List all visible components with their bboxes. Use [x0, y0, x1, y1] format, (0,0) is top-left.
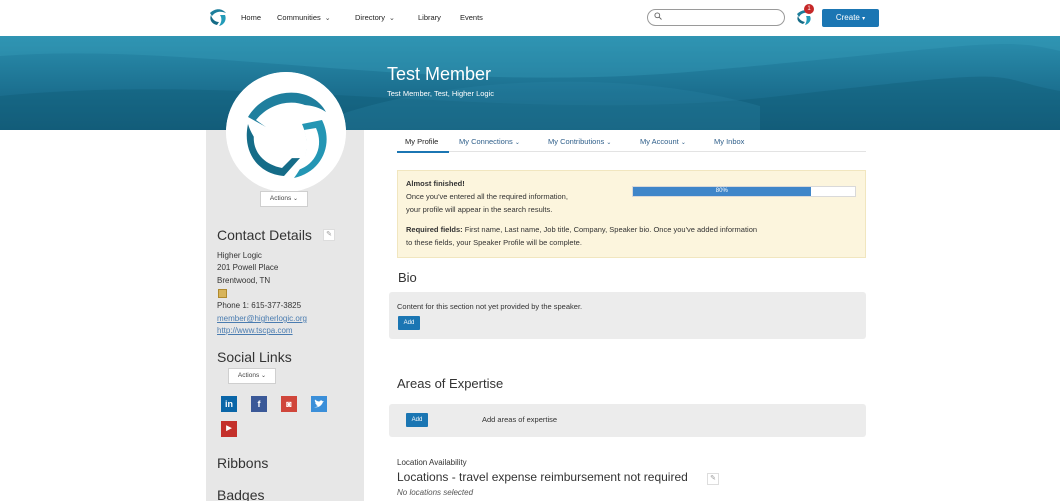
profile-name: Test Member [387, 64, 492, 84]
nav-library[interactable]: Library [418, 13, 441, 22]
alert-line2: your profile will appear in the search r… [406, 205, 553, 214]
top-navigation: Home Communities ⌄ Directory ⌄ Library Eve… [0, 0, 1060, 36]
tab-my-contributions[interactable]: My Contributions ⌄ [548, 137, 611, 146]
alert-required-line2: to these fields, your Speaker Profile wi… [406, 238, 582, 247]
ribbons-heading: Ribbons [217, 455, 269, 471]
youtube-icon[interactable]: ▶ [221, 421, 237, 437]
expertise-heading: Areas of Expertise [397, 376, 504, 391]
search-input[interactable] [647, 9, 785, 26]
bio-heading: Bio [398, 270, 417, 285]
active-tab-indicator [397, 151, 449, 153]
chevron-down-icon: ⌄ [389, 15, 395, 22]
chevron-down-icon: ⌄ [324, 15, 331, 22]
avatar[interactable] [226, 72, 346, 192]
bio-empty-text: Content for this section not yet provide… [397, 302, 583, 311]
tab-my-account[interactable]: My Account ⌄ [640, 137, 686, 146]
add-expertise-button[interactable]: Add [406, 413, 428, 427]
profile-progress-bar: 80% [632, 186, 856, 197]
progress-label: 80% [715, 188, 728, 194]
tab-my-profile[interactable]: My Profile [405, 137, 438, 146]
notification-count-badge: 1 [804, 4, 814, 14]
linkedin-icon[interactable]: in [221, 396, 237, 412]
search-icon [654, 12, 662, 22]
alert-line1: Once you've entered all the required inf… [406, 192, 568, 201]
badges-heading: Badges [217, 487, 265, 501]
profile-subtitle: Test Member, Test, Higher Logic [387, 89, 494, 98]
alert-required: Required fields: First name, Last name, … [406, 225, 758, 234]
contact-details-heading: Contact Details [217, 227, 312, 243]
nav-directory[interactable]: Directory ⌄ [355, 13, 395, 22]
social-actions-button[interactable]: Actions ⌄ [228, 368, 276, 384]
locations-heading: Locations - travel expense reimbursement… [397, 470, 688, 484]
vcard-icon[interactable] [218, 289, 227, 298]
contact-company: Higher Logic [217, 251, 262, 260]
social-links-heading: Social Links [217, 349, 292, 365]
contact-address1: 201 Powell Place [217, 263, 279, 272]
profile-tabs: My Profile My Connections ⌄ My Contribut… [397, 130, 866, 152]
profile-banner: Test Member Test Member, Test, Higher Lo… [0, 36, 1060, 130]
twitter-icon[interactable] [311, 396, 327, 412]
contact-email-link[interactable]: member@higherlogic.org [217, 314, 307, 323]
contact-phone: Phone 1: 615-377-3825 [217, 301, 302, 310]
expertise-prompt-text: Add areas of expertise [482, 415, 558, 424]
facebook-icon[interactable]: f [251, 396, 267, 412]
actions-button[interactable]: Actions ⌄ [260, 191, 308, 207]
banner-pattern [0, 36, 1060, 130]
bio-panel [389, 292, 866, 339]
nav-home[interactable]: Home [241, 13, 261, 22]
add-bio-button[interactable]: Add [398, 316, 420, 330]
site-logo-icon[interactable] [206, 5, 230, 29]
nav-events[interactable]: Events [460, 13, 483, 22]
create-button[interactable]: Create ▾ [822, 9, 879, 27]
contact-website-link[interactable]: http://www.tscpa.com [217, 326, 293, 335]
contact-address2: Brentwood, TN [217, 276, 271, 285]
instagram-icon[interactable]: ◙ [281, 396, 297, 412]
tab-my-inbox[interactable]: My Inbox [714, 137, 744, 146]
nav-communities[interactable]: Communities ⌄ [277, 13, 331, 22]
expertise-panel [389, 404, 866, 437]
location-availability-label: Location Availability [397, 458, 467, 467]
edit-contact-pencil-icon[interactable]: ✎ [323, 229, 335, 241]
edit-locations-pencil-icon[interactable]: ✎ [707, 473, 719, 485]
avatar-logo-icon [226, 72, 346, 192]
alert-title: Almost finished! [406, 179, 465, 188]
no-locations-note: No locations selected [397, 488, 474, 497]
tab-my-connections[interactable]: My Connections ⌄ [459, 137, 520, 146]
